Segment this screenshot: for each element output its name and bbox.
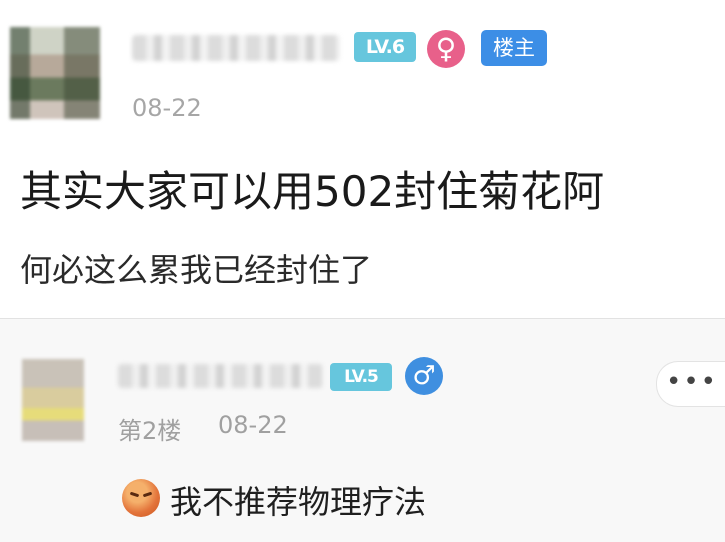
male-icon: ♂ xyxy=(405,357,443,395)
original-post: LV.6 ♀ 楼主 08-22 其实大家可以用502封住菊花阿 何必这么累我已经… xyxy=(0,0,725,318)
reply-text: 我不推荐物理疗法 xyxy=(170,483,427,521)
post-date: 08-22 xyxy=(132,94,202,122)
more-options-button[interactable]: ••• xyxy=(656,361,725,407)
post-body: 何必这么累我已经封住了 xyxy=(20,251,373,289)
username-blurred[interactable] xyxy=(118,364,323,388)
floor-number: 第2楼 xyxy=(118,417,182,445)
post-title: 其实大家可以用502封住菊花阿 xyxy=(20,167,605,216)
op-badge: 楼主 xyxy=(481,30,547,66)
avatar[interactable] xyxy=(22,359,84,441)
level-badge: LV.5 xyxy=(330,363,392,391)
reply-item: LV.5 ♂ 第2楼 08-22 ••• 我不推荐物理疗法 xyxy=(0,318,725,542)
avatar[interactable] xyxy=(10,27,100,119)
level-badge: LV.6 xyxy=(354,32,416,62)
username-blurred[interactable] xyxy=(132,35,340,61)
female-icon: ♀ xyxy=(427,30,465,68)
reply-date: 08-22 xyxy=(218,411,288,439)
angry-face-emoji-icon xyxy=(122,479,160,517)
